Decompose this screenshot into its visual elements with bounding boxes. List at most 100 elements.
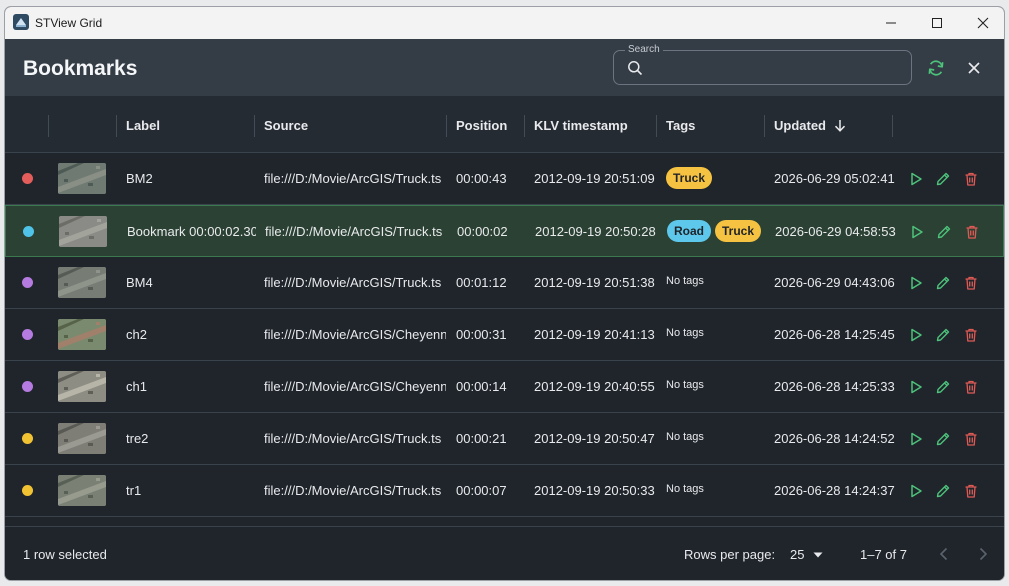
delete-icon: [965, 172, 977, 186]
label-cell: BM2: [126, 171, 153, 186]
label-cell: ch1: [126, 379, 147, 394]
delete-button[interactable]: [964, 224, 980, 240]
table-row[interactable]: BM2 file:///D:/Movie/ArcGIS/Truck.ts 00:00…: [5, 153, 1004, 205]
table-row[interactable]: tre2 file:///D:/Movie/ArcGIS/Truck.ts 00:0…: [5, 413, 1004, 465]
edit-button[interactable]: [935, 483, 951, 499]
column-header-klv[interactable]: KLV timestamp: [534, 118, 628, 133]
updated-cell: 2026-06-29 04:58:53: [775, 224, 896, 239]
delete-button[interactable]: [963, 327, 979, 343]
delete-button[interactable]: [963, 379, 979, 395]
search-field[interactable]: Search: [613, 44, 912, 85]
column-header-source[interactable]: Source: [264, 118, 308, 133]
close-icon: [977, 17, 989, 29]
edit-button[interactable]: [936, 224, 952, 240]
color-dot: [22, 277, 33, 288]
updated-cell: 2026-06-28 14:25:33: [774, 379, 895, 394]
thumbnail-image: [58, 267, 106, 298]
delete-button[interactable]: [963, 483, 979, 499]
updated-cell: 2026-06-29 04:43:06: [774, 275, 895, 290]
klv-timestamp-cell: 2012-09-19 20:41:13: [534, 327, 655, 342]
edit-button[interactable]: [935, 431, 951, 447]
position-cell: 00:00:31: [456, 327, 507, 342]
klv-timestamp-cell: 2012-09-19 20:50:33: [534, 483, 655, 498]
chevron-left-icon[interactable]: [935, 545, 953, 563]
source-cell: file:///D:/Movie/ArcGIS/Truck.ts: [264, 431, 442, 446]
play-button[interactable]: [908, 379, 924, 395]
column-separator: [446, 115, 447, 137]
edit-icon: [936, 380, 950, 394]
label-cell: BM4: [126, 275, 153, 290]
app-title: STView Grid: [35, 16, 103, 30]
no-tags-text: No tags: [666, 431, 704, 443]
tag-chip[interactable]: Road: [667, 220, 711, 242]
label-cell: tr1: [126, 483, 142, 498]
klv-timestamp-cell: 2012-09-19 20:51:38: [534, 275, 655, 290]
edit-icon: [936, 328, 950, 342]
play-icon: [912, 225, 923, 239]
rows-per-page-value: 25: [790, 547, 805, 562]
column-header-position[interactable]: Position: [456, 118, 507, 133]
edit-button[interactable]: [935, 275, 951, 291]
no-tags-text: No tags: [666, 483, 704, 495]
column-separator: [764, 115, 765, 137]
play-icon: [911, 380, 922, 394]
minimize-button[interactable]: [868, 7, 914, 39]
maximize-button[interactable]: [914, 7, 960, 39]
edit-button[interactable]: [935, 379, 951, 395]
table-row[interactable]: ch1 file:///D:/Movie/ArcGIS/Cheyenne 00:00…: [5, 361, 1004, 413]
play-button[interactable]: [908, 327, 924, 343]
delete-button[interactable]: [963, 275, 979, 291]
caret-down-icon: [813, 552, 823, 558]
tags-cell: Road Truck: [667, 220, 762, 242]
column-header-label[interactable]: Label: [126, 118, 160, 133]
column-header-tags[interactable]: Tags: [666, 118, 695, 133]
no-tags-text: No tags: [666, 275, 704, 287]
source-cell: file:///D:/Movie/ArcGIS/Cheyenne: [264, 379, 446, 394]
rows-per-page-label: Rows per page:: [684, 547, 776, 562]
color-dot: [22, 485, 33, 496]
edit-button[interactable]: [935, 171, 951, 187]
edit-icon: [936, 432, 950, 446]
updated-cell: 2026-06-28 14:25:45: [774, 327, 895, 342]
search-input[interactable]: [652, 56, 902, 80]
tags-cell: Truck: [666, 167, 713, 189]
no-tags-text: No tags: [666, 327, 704, 339]
edit-button[interactable]: [935, 327, 951, 343]
play-button[interactable]: [909, 224, 925, 240]
play-button[interactable]: [908, 483, 924, 499]
delete-button[interactable]: [963, 171, 979, 187]
table-row[interactable]: BM4 file:///D:/Movie/ArcGIS/Truck.ts 00:01…: [5, 257, 1004, 309]
table-row[interactable]: ch2 file:///D:/Movie/ArcGIS/Cheyenne 00:00…: [5, 309, 1004, 361]
table-footer: 1 row selected Rows per page: 25 1–7 of …: [5, 526, 1004, 580]
source-cell: file:///D:/Movie/ArcGIS/Cheyenne: [264, 327, 446, 342]
edit-icon: [936, 484, 950, 498]
refresh-icon: [928, 60, 944, 76]
edit-icon: [936, 172, 950, 186]
no-tags-text: No tags: [666, 379, 704, 391]
tag-chip[interactable]: Truck: [715, 220, 762, 242]
close-window-button[interactable]: [960, 7, 1004, 39]
rows-per-page-select[interactable]: 25: [788, 544, 828, 566]
delete-icon: [966, 225, 978, 239]
thumbnail-image: [59, 216, 107, 247]
close-icon: [968, 62, 980, 74]
search-icon: [627, 60, 643, 81]
delete-button[interactable]: [963, 431, 979, 447]
column-header-updated[interactable]: Updated: [774, 118, 846, 133]
table-row[interactable]: tr1 file:///D:/Movie/ArcGIS/Truck.ts 00:00…: [5, 465, 1004, 517]
position-cell: 00:00:07: [456, 483, 507, 498]
label-cell: ch2: [126, 327, 147, 342]
position-cell: 00:00:14: [456, 379, 507, 394]
refresh-button[interactable]: [923, 55, 949, 81]
page-header: Bookmarks Search: [5, 39, 1004, 96]
table-row[interactable]: Bookmark 00:00:02.302 file:///D:/Movie/Ar…: [5, 205, 1004, 257]
page-title: Bookmarks: [23, 57, 138, 80]
play-button[interactable]: [908, 275, 924, 291]
updated-cell: 2026-06-29 05:02:41: [774, 171, 895, 186]
play-button[interactable]: [908, 431, 924, 447]
position-cell: 00:00:21: [456, 431, 507, 446]
play-button[interactable]: [908, 171, 924, 187]
close-panel-button[interactable]: [961, 55, 987, 81]
chevron-right-icon[interactable]: [974, 545, 992, 563]
tag-chip[interactable]: Truck: [666, 167, 713, 189]
